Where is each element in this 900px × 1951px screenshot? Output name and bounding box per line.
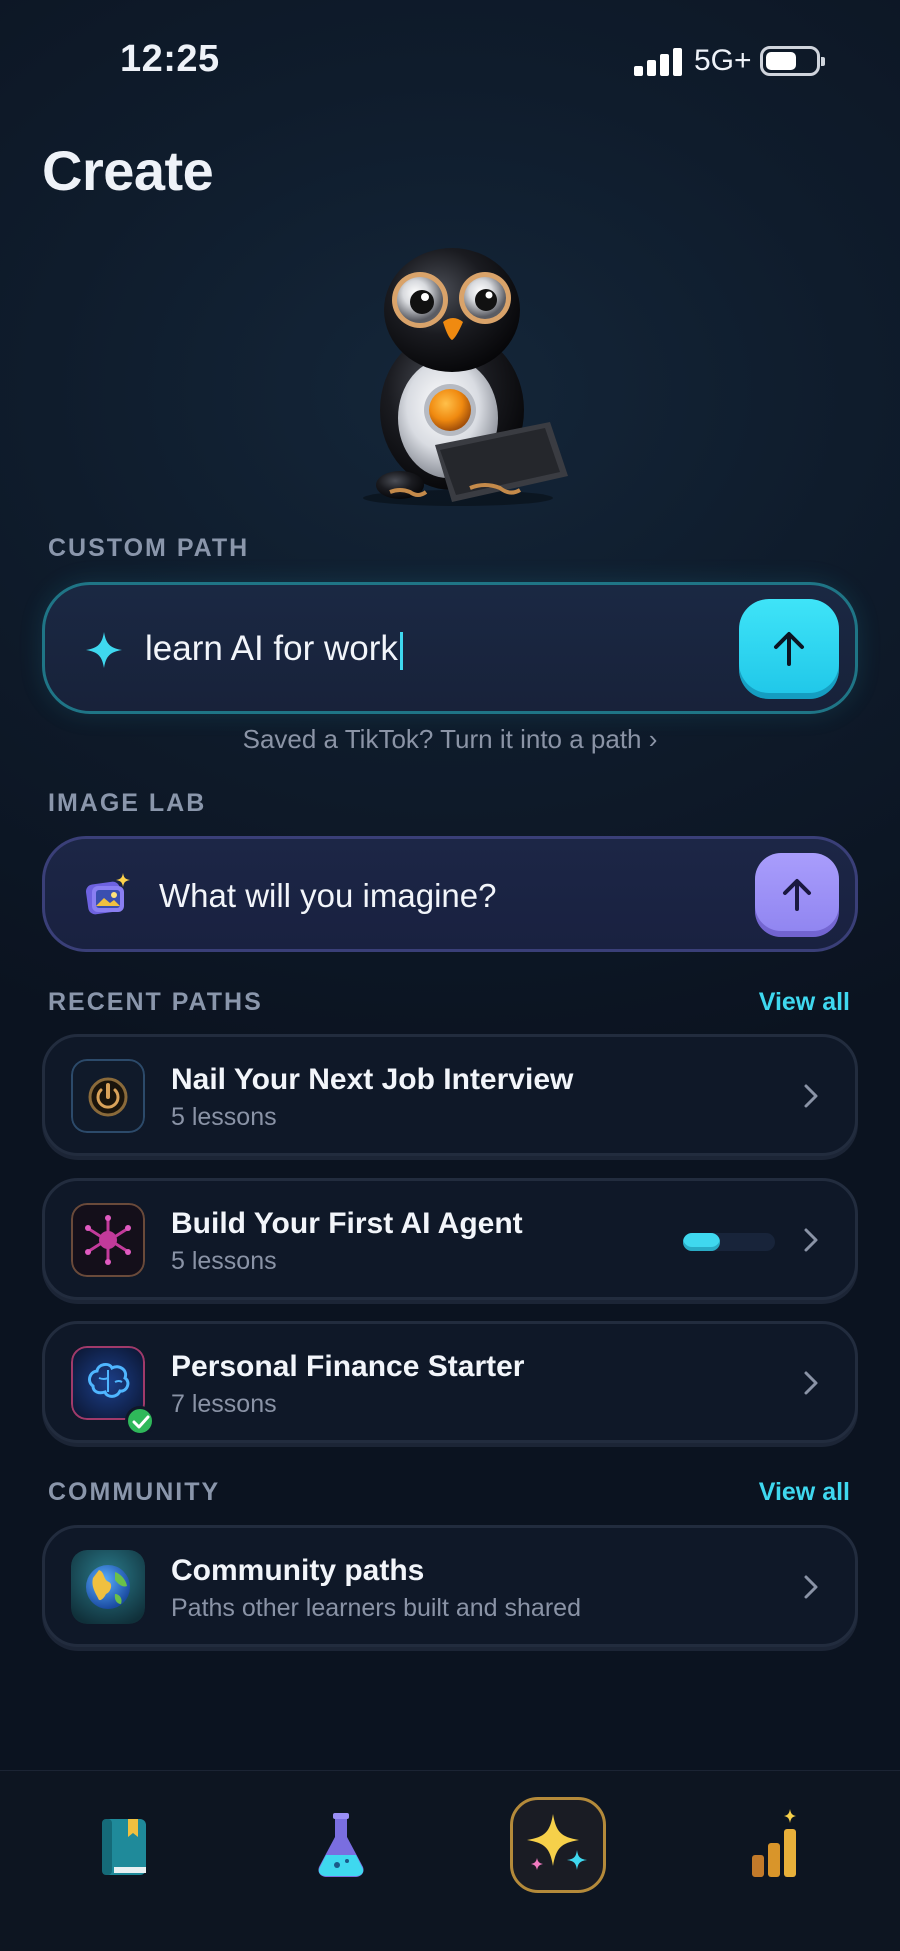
signal-icon xyxy=(634,46,684,76)
community-paths-card[interactable]: Community paths Paths other learners bui… xyxy=(42,1525,858,1647)
community-paths-subtitle: Paths other learners built and shared xyxy=(171,1594,581,1622)
recent-path-lessons: 7 lessons xyxy=(171,1390,277,1418)
custom-path-label: CUSTOM PATH xyxy=(48,534,250,562)
recent-path-title: Personal Finance Starter xyxy=(171,1350,525,1383)
status-time: 12:25 xyxy=(120,38,220,80)
penguin-mascot-icon xyxy=(363,248,568,506)
sparkles-icon xyxy=(527,1814,587,1870)
nav-tab-library[interactable] xyxy=(76,1797,172,1893)
community-label: COMMUNITY xyxy=(48,1478,221,1506)
nav-tab-progress[interactable] xyxy=(726,1797,822,1893)
recent-path-title: Nail Your Next Job Interview xyxy=(171,1063,574,1096)
progress-fill xyxy=(683,1233,720,1251)
globe-icon xyxy=(71,1550,145,1624)
text-caret xyxy=(399,631,403,670)
recent-path-card-ai-agent[interactable]: Build Your First AI Agent 5 lessons xyxy=(42,1178,858,1300)
agent-icon xyxy=(71,1203,145,1277)
arrow-up-icon xyxy=(783,879,811,911)
bar-chart-icon xyxy=(752,1809,796,1877)
create-screen: 12:25 5G+ Create CUSTOM PATH learn AI fo… xyxy=(0,0,900,1951)
image-lab-submit-button[interactable] xyxy=(755,853,839,937)
recent-path-card-personal-finance[interactable]: Personal Finance Starter 7 lessons xyxy=(42,1321,858,1443)
custom-path-submit-button[interactable] xyxy=(739,599,839,699)
community-view-all-link[interactable]: View all xyxy=(759,1478,850,1507)
chevron-right-icon xyxy=(804,1371,818,1395)
book-icon xyxy=(102,1819,146,1875)
custom-path-value: learn AI for work xyxy=(145,629,398,668)
recent-path-title: Build Your First AI Agent xyxy=(171,1207,523,1240)
community-paths-title: Community paths xyxy=(171,1554,425,1587)
flask-icon xyxy=(318,1813,364,1877)
image-lab-input[interactable]: What will you imagine? xyxy=(42,836,858,952)
image-sparkle-icon xyxy=(85,873,130,915)
arrow-up-icon xyxy=(774,632,804,666)
completed-check-icon xyxy=(125,1406,155,1436)
bottom-nav xyxy=(0,1770,900,1951)
recent-path-card-job-interview[interactable]: Nail Your Next Job Interview 5 lessons xyxy=(42,1034,858,1156)
nav-tab-lab[interactable] xyxy=(293,1797,389,1893)
chevron-right-icon xyxy=(804,1228,818,1252)
chevron-right-icon xyxy=(804,1575,818,1599)
power-icon xyxy=(71,1059,145,1133)
tiktok-import-link[interactable]: Saved a TikTok? Turn it into a path › xyxy=(0,724,900,755)
chevron-right-icon xyxy=(804,1084,818,1108)
custom-path-input[interactable]: learn AI for work xyxy=(42,582,858,714)
recent-path-lessons: 5 lessons xyxy=(171,1247,277,1275)
progress-bar xyxy=(683,1233,775,1251)
recent-path-lessons: 5 lessons xyxy=(171,1103,277,1131)
recent-paths-view-all-link[interactable]: View all xyxy=(759,988,850,1017)
battery-icon xyxy=(760,46,825,76)
image-lab-label: IMAGE LAB xyxy=(48,789,207,817)
network-label: 5G+ xyxy=(694,44,752,77)
recent-paths-label: RECENT PATHS xyxy=(48,988,263,1016)
image-lab-placeholder: What will you imagine? xyxy=(159,877,497,914)
sparkle-icon xyxy=(86,632,122,668)
nav-tab-create[interactable] xyxy=(510,1797,606,1893)
page-title: Create xyxy=(42,139,214,202)
status-bar: 12:25 5G+ xyxy=(0,0,900,120)
